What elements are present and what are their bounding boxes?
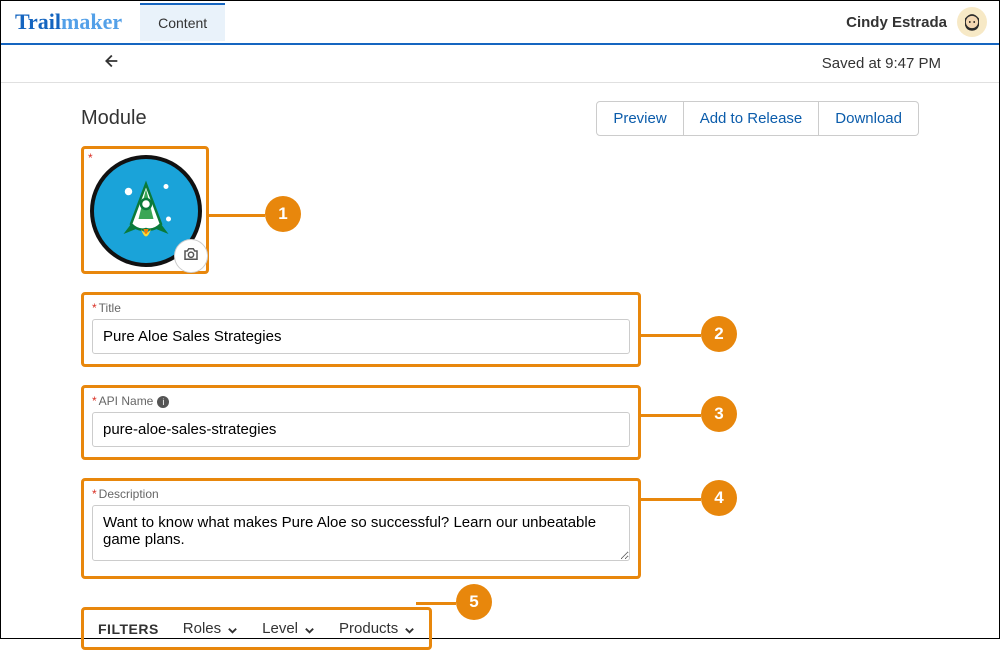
camera-icon	[182, 245, 200, 268]
page-heading: Module	[81, 107, 596, 130]
callout-3: 3	[701, 396, 737, 432]
change-image-button[interactable]	[174, 239, 208, 273]
rocket-icon	[106, 169, 186, 254]
api-name-input[interactable]	[92, 412, 630, 447]
title-label: *Title	[92, 301, 630, 315]
callout-line-1	[209, 214, 265, 217]
logo-text-1: Trail	[15, 9, 61, 34]
user-avatar[interactable]	[957, 7, 987, 37]
saved-status: Saved at 9:47 PM	[99, 55, 981, 72]
sub-bar: Saved at 9:47 PM	[1, 45, 999, 83]
chevron-down-icon	[404, 623, 415, 634]
tab-content[interactable]: Content	[140, 3, 225, 41]
callout-line-3	[641, 414, 701, 417]
description-input[interactable]: Want to know what makes Pure Aloe so suc…	[92, 505, 630, 561]
add-to-release-button[interactable]: Add to Release	[684, 101, 820, 136]
action-buttons: Preview Add to Release Download	[596, 101, 919, 136]
chevron-down-icon	[227, 623, 238, 634]
main-content: Module Preview Add to Release Download *	[1, 83, 999, 650]
app-logo: Trailmaker	[1, 3, 136, 41]
required-star-icon: *	[88, 151, 93, 165]
description-field-box: *Description Want to know what makes Pur…	[81, 478, 641, 579]
title-field-box: *Title	[81, 292, 641, 367]
logo-text-2: maker	[61, 9, 122, 34]
callout-line-5	[416, 602, 456, 605]
description-label: *Description	[92, 487, 630, 501]
callout-1: 1	[265, 196, 301, 232]
callout-line-2	[641, 334, 701, 337]
info-icon[interactable]: i	[157, 396, 169, 408]
filter-products[interactable]: Products	[339, 620, 415, 637]
chevron-down-icon	[304, 623, 315, 634]
username-label: Cindy Estrada	[846, 14, 947, 31]
title-input[interactable]	[92, 319, 630, 354]
back-arrow-icon[interactable]	[19, 50, 99, 77]
callout-line-4	[641, 498, 701, 501]
callout-5: 5	[456, 584, 492, 620]
filter-roles[interactable]: Roles	[183, 620, 238, 637]
filters-label: FILTERS	[98, 621, 159, 637]
api-name-label: *API Namei	[92, 394, 630, 408]
filters-bar: FILTERS Roles Level Products	[81, 607, 432, 650]
preview-button[interactable]: Preview	[596, 101, 683, 136]
top-bar: Trailmaker Content Cindy Estrada	[1, 1, 999, 45]
api-name-field-box: *API Namei	[81, 385, 641, 460]
callout-2: 2	[701, 316, 737, 352]
download-button[interactable]: Download	[819, 101, 919, 136]
callout-4: 4	[701, 480, 737, 516]
module-badge[interactable]: *	[81, 146, 209, 274]
filter-level[interactable]: Level	[262, 620, 315, 637]
